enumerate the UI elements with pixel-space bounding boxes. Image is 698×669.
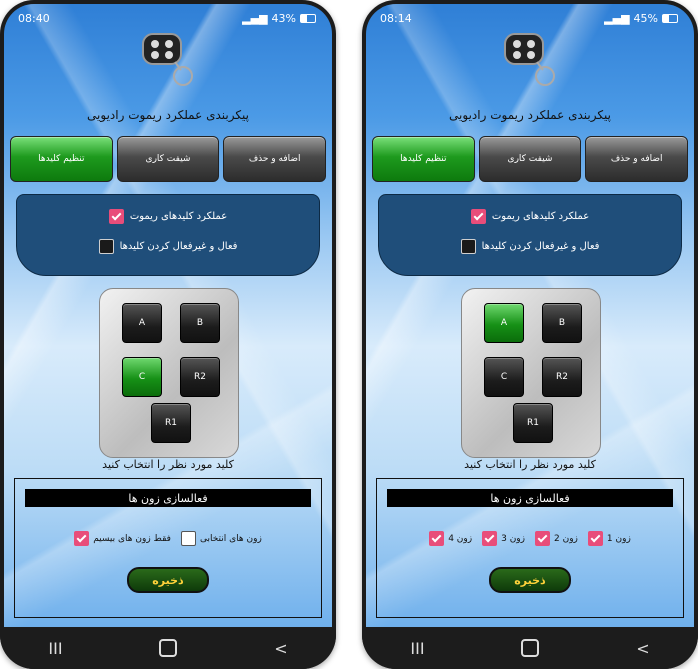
key-c[interactable]: C: [122, 357, 162, 397]
battery-percent: 43%: [271, 11, 296, 25]
options-panel: عملکرد کلیدهای ریموت فعال و غیرفعال کردن…: [378, 194, 682, 276]
zone-4-checkbox[interactable]: [429, 531, 445, 546]
battery-icon: [300, 13, 316, 23]
tab-key-settings[interactable]: تنظیم کلیدها: [372, 136, 475, 182]
back-button[interactable]: <: [636, 639, 649, 658]
option-toggle-keys-label: فعال و غیرفعال کردن کلیدها: [481, 241, 600, 252]
key-r1[interactable]: R1: [513, 403, 553, 443]
zone-options: زون 1 زون 2 زون 3 زون 4: [377, 531, 683, 546]
tab-bar: تنظیم کلیدها شیفت کاری اضافه و حذف: [10, 136, 327, 182]
key-a[interactable]: A: [122, 303, 162, 343]
key-a[interactable]: A: [484, 303, 524, 343]
options-panel: عملکرد کلیدهای ریموت فعال و غیرفعال کردن…: [16, 194, 320, 276]
save-button[interactable]: ذخیره: [127, 567, 209, 593]
zone-1-checkbox[interactable]: [587, 531, 603, 546]
option-remote-keys-checkbox[interactable]: [108, 209, 124, 224]
battery-percent: 45%: [633, 11, 658, 25]
phone-left: 08:40 ▂▄▆ 43% پیکربندی عملکرد ریموت رادی…: [0, 0, 336, 669]
status-time: 08:40: [18, 11, 50, 25]
option-toggle-keys-checkbox[interactable]: [98, 239, 114, 254]
tab-work-shift[interactable]: شیفت کاری: [116, 136, 220, 182]
option-remote-keys-label: عملکرد کلیدهای ریموت: [491, 211, 590, 222]
zone-option-selected[interactable]: زون های انتخابی: [180, 531, 262, 546]
zone-1-option[interactable]: زون 1: [587, 531, 631, 546]
save-button[interactable]: ذخیره: [489, 567, 571, 593]
select-key-label: کلید مورد نظر را انتخاب کنید: [102, 458, 234, 471]
phone-right: 08:14 ▂▄▆ 45% پیکربندی عملکرد ریموت رادی…: [362, 0, 698, 669]
tab-bar: تنظیم کلیدها شیفت کاری اضافه و حذف: [372, 136, 689, 182]
zone-option-label: زون های انتخابی: [199, 533, 262, 544]
tab-add-remove[interactable]: اضافه و حذف: [223, 136, 327, 182]
page-title: پیکربندی عملکرد ریموت رادیویی: [87, 108, 249, 122]
home-button[interactable]: [521, 639, 540, 657]
zone-title: فعالسازی زون ها: [387, 489, 673, 507]
page-title: پیکربندی عملکرد ریموت رادیویی: [449, 108, 611, 122]
zone-title: فعالسازی زون ها: [25, 489, 311, 507]
nav-bar: III <: [362, 627, 698, 669]
key-r1[interactable]: R1: [151, 403, 191, 443]
zone-box: فعالسازی زون ها زون های انتخابی فقط زون …: [14, 478, 322, 618]
nav-bar: III <: [0, 627, 336, 669]
key-c[interactable]: C: [484, 357, 524, 397]
zone-option-wireless[interactable]: فقط زون های بیسیم: [74, 531, 171, 546]
battery-icon: [662, 13, 678, 23]
tab-work-shift[interactable]: شیفت کاری: [478, 136, 582, 182]
zone-label: زون 3: [501, 533, 525, 544]
home-button[interactable]: [159, 639, 178, 657]
zone-2-checkbox[interactable]: [535, 531, 550, 546]
signal-icon: ▂▄▆: [604, 11, 630, 25]
option-toggle-keys-label: فعال و غیرفعال کردن کلیدها: [119, 241, 238, 252]
recents-button[interactable]: III: [48, 639, 62, 658]
remote-icon: [504, 33, 555, 86]
keypad: A B C R2 R1: [461, 288, 601, 458]
recents-button[interactable]: III: [410, 639, 424, 658]
zone-4-option[interactable]: زون 4: [429, 531, 472, 546]
status-time: 08:14: [380, 11, 412, 25]
status-bar: 08:40 ▂▄▆ 43%: [18, 10, 316, 26]
tab-add-remove[interactable]: اضافه و حذف: [585, 136, 689, 182]
zone-3-checkbox[interactable]: [482, 531, 498, 546]
zone-3-option[interactable]: زون 3: [482, 531, 525, 546]
zone-option-checkbox[interactable]: [180, 531, 196, 546]
key-r2[interactable]: R2: [180, 357, 220, 397]
key-b[interactable]: B: [180, 303, 220, 343]
status-bar: 08:14 ▂▄▆ 45%: [380, 10, 678, 26]
keypad: A B C R2 R1: [99, 288, 239, 458]
remote-icon: [142, 33, 193, 86]
screen: 08:14 ▂▄▆ 45% پیکربندی عملکرد ریموت رادی…: [366, 4, 694, 627]
back-button[interactable]: <: [274, 639, 287, 658]
option-remote-keys-label: عملکرد کلیدهای ریموت: [129, 211, 228, 222]
zone-2-option[interactable]: زون 2: [535, 531, 578, 546]
select-key-label: کلید مورد نظر را انتخاب کنید: [464, 458, 596, 471]
zone-box: فعالسازی زون ها زون 1 زون 2 زون 3 زون 4: [376, 478, 684, 618]
key-b[interactable]: B: [542, 303, 582, 343]
zone-label: زون 1: [606, 533, 631, 544]
key-r2[interactable]: R2: [542, 357, 582, 397]
zone-label: زون 4: [448, 533, 473, 544]
option-remote-keys-checkbox[interactable]: [470, 209, 486, 224]
option-toggle-keys-checkbox[interactable]: [460, 239, 476, 254]
screen: 08:40 ▂▄▆ 43% پیکربندی عملکرد ریموت رادی…: [4, 4, 332, 627]
tab-key-settings[interactable]: تنظیم کلیدها: [10, 136, 113, 182]
zone-label: زون 2: [554, 533, 578, 544]
zone-option-checkbox[interactable]: [74, 531, 90, 546]
zone-option-label: فقط زون های بیسیم: [93, 533, 171, 544]
zone-options: زون های انتخابی فقط زون های بیسیم: [15, 531, 321, 546]
signal-icon: ▂▄▆: [242, 11, 268, 25]
